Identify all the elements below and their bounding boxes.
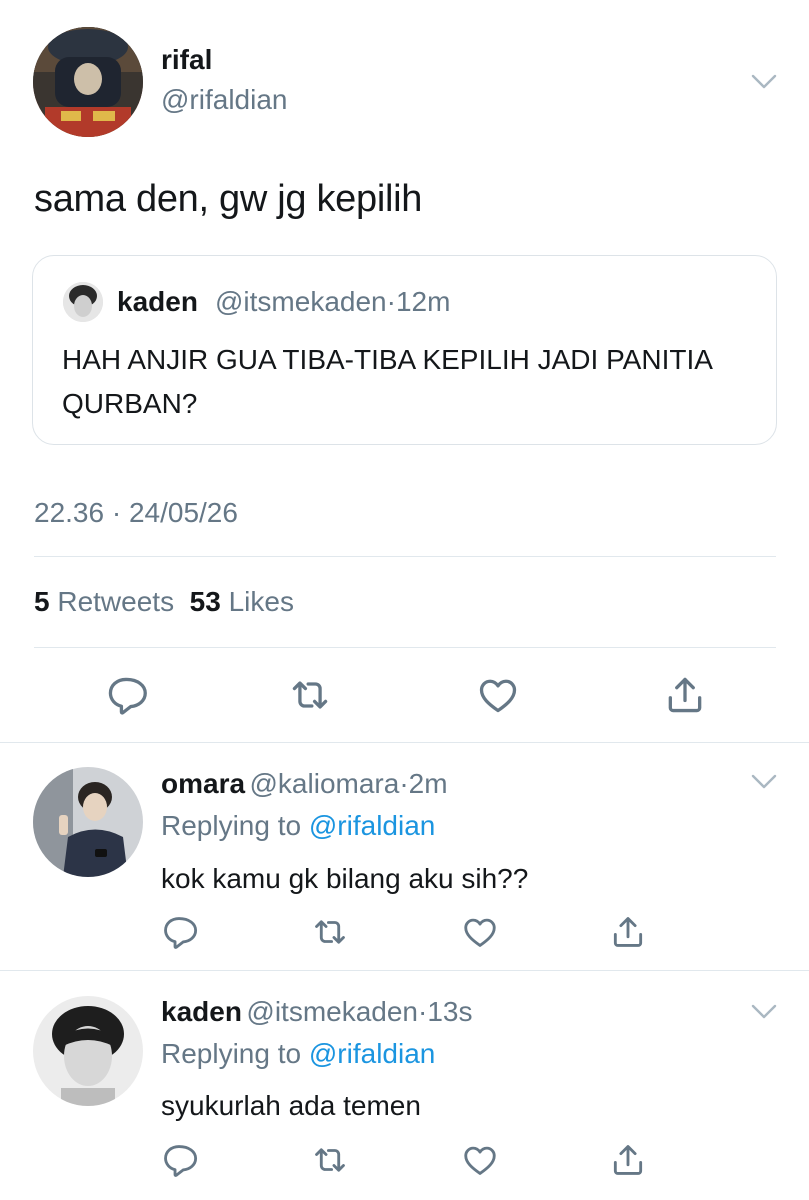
quoted-tweet-author-meta: @itsmekaden·12m (215, 286, 450, 318)
avatar-illustration (33, 767, 143, 877)
reply-avatar[interactable] (33, 996, 143, 1106)
share-icon[interactable] (663, 673, 707, 717)
separator-dot: · (418, 996, 428, 1027)
reply-text: kok kamu gk bilang aku sih?? (161, 863, 529, 894)
retweet-label: Retweets (57, 586, 175, 617)
reply-avatar[interactable] (33, 767, 143, 877)
share-icon[interactable] (609, 913, 647, 951)
divider (34, 556, 776, 557)
tweet-timestamp: 22.36 · 24/05/26 (34, 497, 238, 528)
quoted-tweet-avatar (63, 282, 103, 322)
like-count: 53 (189, 586, 221, 617)
main-tweet-avatar[interactable] (33, 27, 143, 137)
main-tweet-text: sama den, gw jg kepilih (34, 178, 423, 220)
heart-icon[interactable] (461, 1141, 499, 1179)
replying-to: Replying to @rifaldian (161, 810, 435, 842)
reply-time: 13s (427, 996, 473, 1027)
heart-icon[interactable] (476, 673, 520, 717)
reply-author-handle[interactable]: @kaliomara (250, 768, 400, 799)
divider (0, 742, 809, 743)
retweet-icon[interactable] (288, 673, 332, 717)
chevron-down-icon[interactable] (750, 1003, 778, 1021)
share-icon[interactable] (609, 1141, 647, 1179)
quoted-tweet-text: HAH ANJIR GUA TIBA-TIBA KEPILIH JADI PAN… (62, 344, 712, 419)
replying-label: Replying to (161, 810, 302, 841)
retweet-icon[interactable] (311, 913, 349, 951)
like-label: Likes (228, 586, 294, 617)
replying-to-link[interactable]: @rifaldian (309, 810, 435, 841)
reply-icon[interactable] (104, 673, 148, 717)
tweet-stats[interactable]: 5 Retweets 53 Likes (34, 586, 294, 618)
heart-icon[interactable] (461, 913, 499, 951)
quoted-tweet-author-name: kaden (117, 286, 198, 317)
retweet-icon[interactable] (311, 1141, 349, 1179)
reply-icon[interactable] (160, 1141, 198, 1179)
reply-author-name[interactable]: kaden (161, 996, 242, 1027)
separator-dot: · (386, 286, 396, 317)
avatar-illustration (33, 27, 143, 137)
chevron-down-icon[interactable] (750, 773, 778, 791)
reply-header: omara @kaliomara·2m (161, 768, 448, 800)
reply-author-handle[interactable]: @itsmekaden (246, 996, 418, 1027)
separator-dot: · (399, 768, 409, 799)
replying-to: Replying to @rifaldian (161, 1038, 435, 1070)
main-tweet-author-name[interactable]: rifal (161, 44, 212, 76)
main-tweet-author-handle[interactable]: @rifaldian (161, 84, 287, 116)
reply-time: 2m (408, 768, 448, 799)
divider (0, 970, 809, 971)
reply-text: syukurlah ada temen (161, 1090, 421, 1121)
avatar-illustration (63, 282, 103, 322)
reply-author-name[interactable]: omara (161, 768, 245, 799)
avatar-illustration (33, 996, 143, 1106)
replying-to-link[interactable]: @rifaldian (309, 1038, 435, 1069)
quoted-tweet-time: 12m (395, 286, 451, 317)
reply-header: kaden @itsmekaden·13s (161, 996, 472, 1028)
retweet-count: 5 (34, 586, 50, 617)
quoted-tweet-handle: @itsmekaden (215, 286, 387, 317)
chevron-down-icon[interactable] (750, 73, 778, 91)
replying-label: Replying to (161, 1038, 302, 1069)
divider (34, 647, 776, 648)
reply-icon[interactable] (160, 913, 198, 951)
